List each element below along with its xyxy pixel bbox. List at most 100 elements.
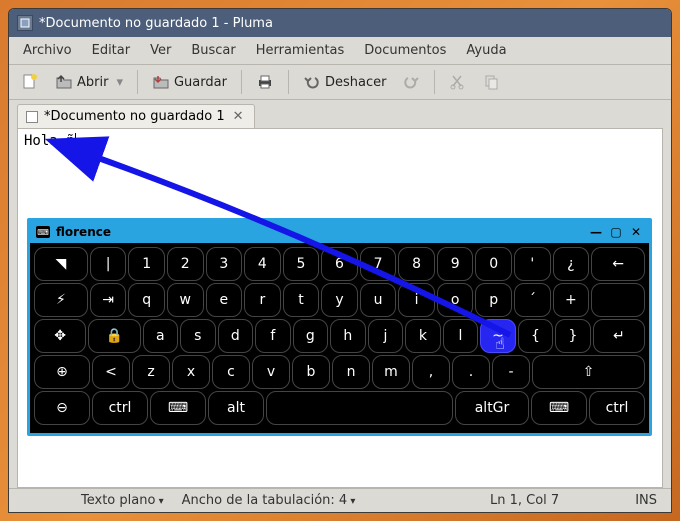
tab-strip: *Documento no guardado 1 ✕ (9, 100, 671, 128)
menu-documentos[interactable]: Documentos (356, 40, 454, 61)
key-2[interactable]: 2 (167, 247, 204, 281)
key-altgr[interactable]: altGr (455, 391, 529, 425)
menubar: Archivo Editar Ver Buscar Herramientas D… (9, 37, 671, 65)
window-titlebar[interactable]: *Documento no guardado 1 - Pluma (9, 9, 671, 37)
key-y[interactable]: y (321, 283, 358, 317)
key-x[interactable]: x (172, 355, 210, 389)
menu-ver[interactable]: Ver (142, 40, 179, 61)
key-f[interactable]: f (255, 319, 291, 353)
save-button[interactable]: Guardar (146, 69, 233, 95)
key-v[interactable]: v (252, 355, 290, 389)
undo-button[interactable]: Deshacer (297, 69, 392, 95)
key-0[interactable]: 0 (475, 247, 512, 281)
toolbar-separator (137, 70, 138, 94)
key-n[interactable]: n (332, 355, 370, 389)
key-g[interactable]: g (293, 319, 329, 353)
key-k[interactable]: k (405, 319, 441, 353)
tabwidth-selector[interactable]: Ancho de la tabulación: 4 (182, 493, 356, 508)
key-dash[interactable]: - (492, 355, 530, 389)
key-d[interactable]: d (218, 319, 254, 353)
key-pipe[interactable]: | (90, 247, 127, 281)
key-layout-switch[interactable]: ⚡ (34, 283, 88, 317)
key-q[interactable]: q (128, 283, 165, 317)
key-alt[interactable]: alt (208, 391, 264, 425)
key-ctrl-right[interactable]: ctrl (589, 391, 645, 425)
key-9[interactable]: 9 (437, 247, 474, 281)
key-w[interactable]: w (167, 283, 204, 317)
key-tab[interactable]: ⇥ (90, 283, 127, 317)
copy-button[interactable] (477, 69, 507, 95)
key-p[interactable]: p (475, 283, 512, 317)
key-comma[interactable]: , (412, 355, 450, 389)
menu-buscar[interactable]: Buscar (183, 40, 243, 61)
close-icon[interactable]: ✕ (629, 225, 643, 239)
print-button[interactable] (250, 69, 280, 95)
key-z[interactable]: z (132, 355, 170, 389)
key-keyboard-icon-right[interactable]: ⌨ (531, 391, 587, 425)
key-keyboard-icon-left[interactable]: ⌨ (150, 391, 206, 425)
key-m[interactable]: m (372, 355, 410, 389)
tab-close-icon[interactable]: ✕ (231, 109, 246, 124)
key-ctrl-left[interactable]: ctrl (92, 391, 148, 425)
florence-app-icon: ⌨ (36, 226, 50, 238)
minimize-icon[interactable]: — (589, 225, 603, 239)
key-enter-top[interactable] (591, 283, 645, 317)
tab-modified-indicator (26, 111, 38, 123)
key-space[interactable] (266, 391, 453, 425)
insert-mode[interactable]: INS (635, 493, 657, 508)
key-capslock[interactable]: 🔒 (88, 319, 140, 353)
key-shift[interactable]: ⇧ (532, 355, 645, 389)
key-backspace[interactable]: ← (591, 247, 645, 281)
key-3[interactable]: 3 (206, 247, 243, 281)
key-5[interactable]: 5 (283, 247, 320, 281)
document-tab[interactable]: *Documento no guardado 1 ✕ (17, 104, 255, 128)
menu-herramientas[interactable]: Herramientas (248, 40, 353, 61)
key-u[interactable]: u (360, 283, 397, 317)
key-6[interactable]: 6 (321, 247, 358, 281)
key-r[interactable]: r (244, 283, 281, 317)
key-zoom-in[interactable]: ⊕ (34, 355, 90, 389)
maximize-icon[interactable]: ▢ (609, 225, 623, 239)
menu-archivo[interactable]: Archivo (15, 40, 80, 61)
app-icon (17, 15, 33, 31)
open-button[interactable]: Abrir ▾ (49, 69, 129, 95)
key-c[interactable]: c (212, 355, 250, 389)
key-1[interactable]: 1 (128, 247, 165, 281)
key-h[interactable]: h (330, 319, 366, 353)
key-zoom-out[interactable]: ⊖ (34, 391, 90, 425)
key-escape[interactable]: ◥ (34, 247, 88, 281)
key-inverted-question[interactable]: ¿ (553, 247, 590, 281)
key-b[interactable]: b (292, 355, 330, 389)
key-plus[interactable]: + (553, 283, 590, 317)
key-brace-open[interactable]: { (518, 319, 554, 353)
key-t[interactable]: t (283, 283, 320, 317)
key-4[interactable]: 4 (244, 247, 281, 281)
syntax-selector[interactable]: Texto plano (81, 493, 164, 508)
key-less[interactable]: < (92, 355, 130, 389)
florence-keyboard-window[interactable]: ⌨ florence — ▢ ✕ ◥ | 1 2 3 4 5 6 7 8 9 0… (27, 218, 652, 436)
menu-editar[interactable]: Editar (84, 40, 139, 61)
open-dropdown-icon[interactable]: ▾ (116, 75, 123, 90)
menu-ayuda[interactable]: Ayuda (458, 40, 514, 61)
key-s[interactable]: s (180, 319, 216, 353)
key-move[interactable]: ✥ (34, 319, 86, 353)
key-7[interactable]: 7 (360, 247, 397, 281)
key-apostrophe[interactable]: ' (514, 247, 551, 281)
redo-button[interactable] (396, 69, 426, 95)
key-e[interactable]: e (206, 283, 243, 317)
cut-button[interactable] (443, 69, 473, 95)
key-j[interactable]: j (368, 319, 404, 353)
key-period[interactable]: . (452, 355, 490, 389)
key-a[interactable]: a (143, 319, 179, 353)
key-i[interactable]: i (398, 283, 435, 317)
window-title: *Documento no guardado 1 - Pluma (39, 16, 663, 31)
key-enter[interactable]: ↵ (593, 319, 645, 353)
key-brace-close[interactable]: } (555, 319, 591, 353)
key-enye-highlighted[interactable]: ~☝ (480, 319, 516, 353)
key-8[interactable]: 8 (398, 247, 435, 281)
new-document-button[interactable] (15, 69, 45, 95)
key-l[interactable]: l (443, 319, 479, 353)
key-o[interactable]: o (437, 283, 474, 317)
key-grave[interactable]: ´ (514, 283, 551, 317)
florence-titlebar[interactable]: ⌨ florence — ▢ ✕ (30, 221, 649, 243)
